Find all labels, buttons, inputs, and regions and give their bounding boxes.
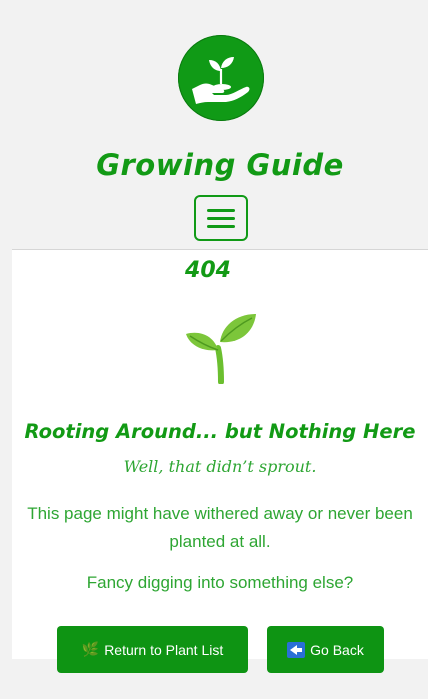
back-button-label: Go Back — [310, 641, 364, 658]
seedling-icon — [184, 312, 256, 389]
menu-toggle-button[interactable] — [194, 195, 248, 241]
herb-icon: 🌿 — [81, 641, 100, 657]
return-to-plant-list-button[interactable]: 🌿 Return to Plant List — [57, 626, 248, 673]
error-code: 404 — [185, 258, 231, 283]
go-back-button[interactable]: Go Back — [267, 626, 384, 673]
main-content — [12, 249, 428, 659]
site-title[interactable]: Growing Guide — [0, 148, 428, 182]
hand-holding-seedling-icon — [192, 57, 250, 104]
error-tagline: Well, that didn’t sprout. — [123, 457, 317, 476]
logo[interactable] — [178, 35, 264, 121]
back-arrow-icon — [287, 641, 306, 658]
error-prompt: Fancy digging into something else? — [86, 573, 354, 592]
return-button-label: Return to Plant List — [104, 641, 224, 658]
site-header: Growing Guide — [0, 0, 428, 250]
error-description: This page might have withered away or ne… — [27, 504, 413, 551]
hamburger-menu-icon — [207, 209, 235, 212]
error-headline: Rooting Around... but Nothing Here — [24, 420, 416, 443]
